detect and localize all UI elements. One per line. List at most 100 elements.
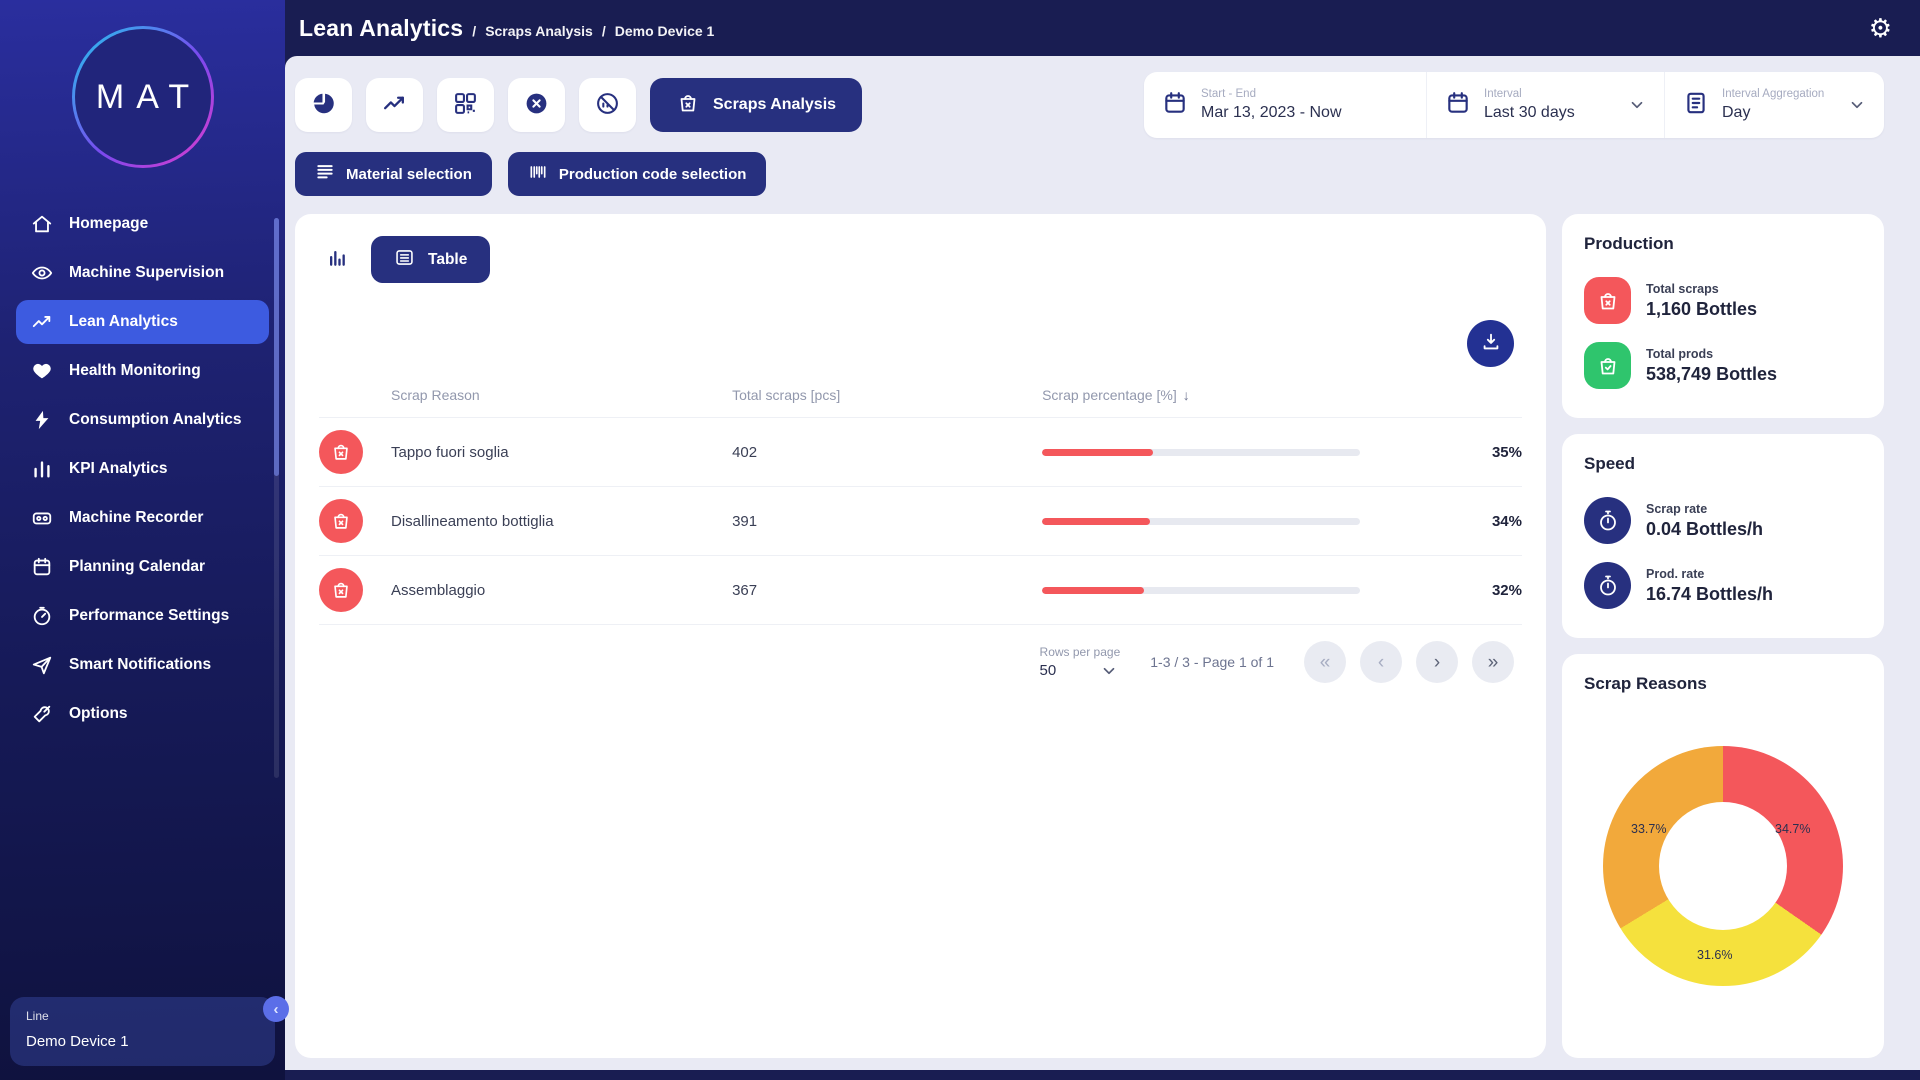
sidebar-collapse-button[interactable]: ‹ xyxy=(263,996,289,1022)
app-root: MAT Homepage Machine Supervision Lean An… xyxy=(0,0,1920,1080)
material-selection-button[interactable]: Material selection xyxy=(295,152,492,196)
sidebar-item-label: Performance Settings xyxy=(69,607,229,625)
pie-chart-tab-button[interactable] xyxy=(295,78,352,132)
pagination-range: 1-3 / 3 - Page 1 of 1 xyxy=(1150,654,1274,670)
column-scrap-percentage-label: Scrap percentage [%] xyxy=(1042,387,1177,403)
scrap-reason-cell: Assemblaggio xyxy=(391,582,732,599)
aggregation-value: Day xyxy=(1722,104,1835,122)
date-range-filter[interactable]: Start - End Mar 13, 2023 - Now xyxy=(1144,72,1426,138)
bag-x-icon xyxy=(676,91,700,120)
table-view-button[interactable]: Table xyxy=(371,236,490,283)
bar-chart-icon xyxy=(30,457,54,481)
line-chart-tab-button[interactable] xyxy=(366,78,423,132)
bag-x-icon xyxy=(319,568,363,612)
tab-scraps-analysis[interactable]: Scraps Analysis xyxy=(650,78,862,132)
sidebar-item-label: KPI Analytics xyxy=(69,460,168,478)
production-code-selection-button[interactable]: Production code selection xyxy=(508,152,767,196)
column-scrap-reason[interactable]: Scrap Reason xyxy=(391,387,732,403)
sidebar-item-label: Consumption Analytics xyxy=(69,411,242,429)
download-button[interactable] xyxy=(1467,320,1514,367)
stopwatch-icon xyxy=(1584,562,1631,609)
device-label: Line xyxy=(26,1009,259,1023)
aggregation-text: Interval Aggregation Day xyxy=(1722,88,1835,122)
stat-label: Total prods xyxy=(1646,347,1777,361)
speed-card: Speed Scrap rate 0.04 Bottles/h Prod. xyxy=(1562,434,1884,638)
sidebar-item-planning-calendar[interactable]: Planning Calendar xyxy=(16,545,269,589)
donut-label-yellow: 31.6% xyxy=(1697,948,1732,962)
sidebar-item-smart-notifications[interactable]: Smart Notifications xyxy=(16,643,269,687)
progress-fill xyxy=(1042,518,1150,525)
bag-check-icon xyxy=(1584,342,1631,389)
table-body: Tappo fuori soglia 402 35% Disallineamen… xyxy=(319,417,1522,625)
last-page-button[interactable]: » xyxy=(1472,641,1514,683)
chevron-down-icon xyxy=(1848,96,1866,114)
scrap-percentage-bar xyxy=(1042,587,1440,594)
rows-per-page-label: Rows per page xyxy=(1040,645,1121,659)
sidebar-scrollbar[interactable] xyxy=(274,218,279,778)
interval-label: Interval xyxy=(1484,88,1615,100)
selection-row: Material selection Production code selec… xyxy=(295,152,1884,196)
next-page-button[interactable]: › xyxy=(1416,641,1458,683)
previous-page-button[interactable]: ‹ xyxy=(1360,641,1402,683)
scrap-percentage-bar xyxy=(1042,449,1440,456)
qr-code-tab-button[interactable] xyxy=(437,78,494,132)
date-range-label: Start - End xyxy=(1201,88,1408,100)
production-card: Production Total scraps 1,160 Bottles xyxy=(1562,214,1884,418)
x-circle-tab-button[interactable] xyxy=(508,78,565,132)
calendar-icon xyxy=(1162,90,1188,121)
sidebar-item-lean-analytics[interactable]: Lean Analytics xyxy=(16,300,269,344)
scrap-percentage-cell: 35% xyxy=(1440,444,1522,461)
sidebar-item-label: Planning Calendar xyxy=(69,558,205,576)
stat-label: Prod. rate xyxy=(1646,567,1773,581)
table-row[interactable]: Disallineamento bottiglia 391 34% xyxy=(319,486,1522,555)
sidebar-item-performance-settings[interactable]: Performance Settings xyxy=(16,594,269,638)
donut-label-red: 34.7% xyxy=(1775,822,1810,836)
body-row: Table Scrap Reason Total scraps [pcs] Sc… xyxy=(295,214,1884,1058)
sidebar-item-homepage[interactable]: Homepage xyxy=(16,202,269,246)
interval-filter[interactable]: Interval Last 30 days xyxy=(1426,72,1664,138)
first-page-button[interactable]: « xyxy=(1304,641,1346,683)
device-value: Demo Device 1 xyxy=(26,1033,259,1050)
total-scraps-cell: 402 xyxy=(732,444,1042,461)
sidebar-item-options[interactable]: Options xyxy=(16,692,269,736)
sidebar-item-label: Options xyxy=(69,705,128,723)
bag-x-icon xyxy=(1584,277,1631,324)
production-title: Production xyxy=(1584,234,1862,254)
stat-value: 1,160 Bottles xyxy=(1646,299,1757,320)
bag-x-icon xyxy=(319,499,363,543)
sidebar-scrollbar-thumb[interactable] xyxy=(274,218,279,476)
sidebar-item-machine-recorder[interactable]: Machine Recorder xyxy=(16,496,269,540)
view-tabs: Scraps Analysis xyxy=(295,78,862,132)
line-chart-icon xyxy=(382,91,407,119)
document-icon xyxy=(1683,90,1709,121)
table-row[interactable]: Tappo fuori soglia 402 35% xyxy=(319,417,1522,486)
circle-slash-tab-button[interactable] xyxy=(579,78,636,132)
rows-per-page-select[interactable]: Rows per page 50 xyxy=(1040,645,1121,680)
pagination: Rows per page 50 1-3 / 3 - Page 1 of 1 «… xyxy=(319,625,1522,683)
chart-view-button[interactable] xyxy=(319,242,355,278)
column-total-scraps[interactable]: Total scraps [pcs] xyxy=(732,387,1042,403)
breadcrumb-item[interactable]: Demo Device 1 xyxy=(615,23,715,39)
tab-label: Scraps Analysis xyxy=(713,96,836,114)
donut-label-orange: 33.7% xyxy=(1631,822,1666,836)
device-selector[interactable]: Line Demo Device 1 xyxy=(10,997,275,1066)
sidebar-item-kpi-analytics[interactable]: KPI Analytics xyxy=(16,447,269,491)
gear-icon[interactable]: ⚙ xyxy=(1869,15,1892,41)
trend-icon xyxy=(30,310,54,334)
sidebar-item-consumption-analytics[interactable]: Consumption Analytics xyxy=(16,398,269,442)
prod-rate-stat: Prod. rate 16.74 Bottles/h xyxy=(1584,553,1862,618)
filter-bar: Start - End Mar 13, 2023 - Now Interval … xyxy=(1144,72,1884,138)
calendar-icon xyxy=(30,555,54,579)
aggregation-filter[interactable]: Interval Aggregation Day xyxy=(1664,72,1884,138)
total-prods-stat: Total prods 538,749 Bottles xyxy=(1584,333,1862,398)
sidebar-item-health-monitoring[interactable]: Health Monitoring xyxy=(16,349,269,393)
chart-view-icon xyxy=(327,248,347,271)
sort-descending-icon[interactable]: ↓ xyxy=(1183,387,1190,403)
rows-per-page-value: 50 xyxy=(1040,662,1057,679)
table-row[interactable]: Assemblaggio 367 32% xyxy=(319,555,1522,624)
breadcrumb-separator: / xyxy=(472,23,476,39)
sidebar-item-machine-supervision[interactable]: Machine Supervision xyxy=(16,251,269,295)
column-scrap-percentage[interactable]: Scrap percentage [%] ↓ xyxy=(1042,387,1440,403)
breadcrumb-item[interactable]: Scraps Analysis xyxy=(485,23,593,39)
scrap-percentage-bar xyxy=(1042,518,1440,525)
